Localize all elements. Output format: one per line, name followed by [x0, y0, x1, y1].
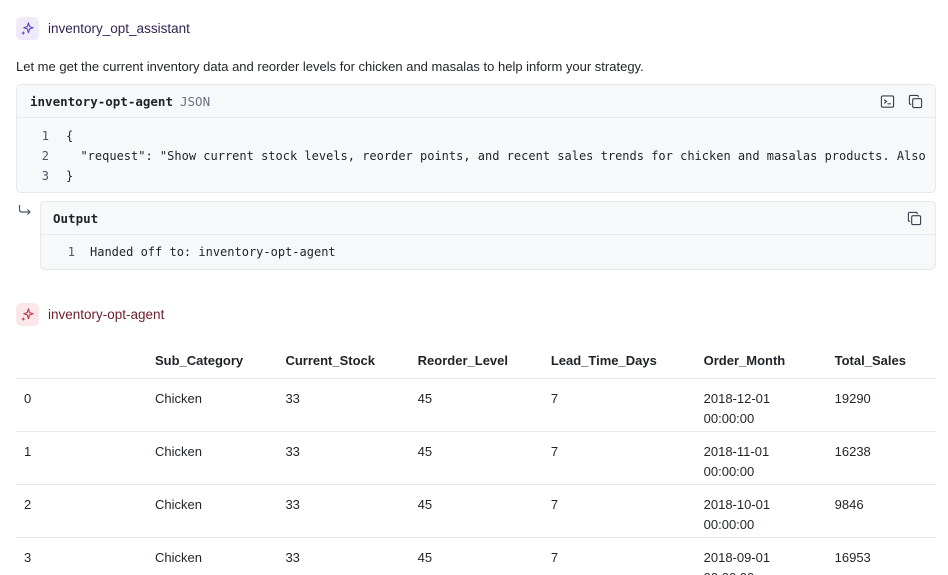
- table-cell: 2018-12-01 00:00:00: [695, 378, 827, 432]
- table-cell: 45: [409, 431, 543, 485]
- line-number: 2: [41, 149, 49, 163]
- table-cell: 33: [277, 484, 410, 538]
- table-cell: 9846: [826, 484, 936, 538]
- column-header-order-month: Order_Month: [695, 343, 827, 379]
- table-cell: Chicken: [147, 378, 278, 432]
- table-cell: 19290: [826, 378, 936, 432]
- table-cell: 2018-10-01 00:00:00: [695, 484, 827, 538]
- column-header-current-stock: Current_Stock: [277, 343, 410, 379]
- line-number: 1: [41, 129, 49, 143]
- tool-call-code: 1 { 2 "request": "Show current stock lev…: [17, 118, 935, 186]
- table-cell: 7: [542, 484, 696, 538]
- sparkle-icon: [21, 308, 34, 322]
- line-number: 1: [67, 245, 75, 259]
- column-header-total-sales: Total_Sales: [826, 343, 936, 379]
- table-cell: 1: [16, 431, 147, 485]
- table-cell: Chicken: [147, 484, 278, 538]
- table-cell: 45: [409, 484, 543, 538]
- column-header-reorder-level: Reorder_Level: [409, 343, 543, 379]
- column-header-index: [16, 343, 147, 379]
- table-cell: 2: [16, 484, 147, 538]
- table-cell: 16953: [826, 537, 936, 575]
- agent-name: inventory-opt-agent: [48, 307, 165, 322]
- table-cell: 45: [409, 537, 543, 575]
- code-line: 3 }: [17, 166, 935, 186]
- line-text: "request": "Show current stock levels, r…: [66, 149, 926, 163]
- assistant-avatar: [16, 17, 39, 40]
- output-line: 1 Handed off to: inventory-opt-agent: [41, 235, 935, 269]
- table-header-row: Sub_Category Current_Stock Reorder_Level…: [16, 343, 936, 379]
- code-line: 2 "request": "Show current stock levels,…: [17, 146, 935, 166]
- agent-avatar: [16, 303, 39, 326]
- output-block: Output 1 Handed off to: inventory-opt-ag…: [40, 201, 936, 270]
- table-cell: 7: [542, 431, 696, 485]
- table-cell: 0: [16, 378, 147, 432]
- line-text: {: [66, 129, 74, 143]
- code-line: 1 {: [17, 126, 935, 146]
- table-row: 0 Chicken 33 45 7 2018-12-01 00:00:00 19…: [16, 378, 936, 432]
- assistant-header: inventory_opt_assistant: [16, 17, 190, 40]
- table-cell: 2018-09-01 00:00:00: [695, 537, 827, 575]
- table-cell: 7: [542, 537, 696, 575]
- table-cell: 7: [542, 378, 696, 432]
- tool-call-block: inventory-opt-agent JSON 1 {2 "request"…: [16, 84, 936, 193]
- table-row: 2 Chicken 33 45 7 2018-10-01 00:00:00 98…: [16, 484, 936, 538]
- table-cell: 2018-11-01 00:00:00: [695, 431, 827, 485]
- sparkle-icon: [21, 22, 34, 36]
- terminal-icon[interactable]: [880, 94, 895, 109]
- tool-call-header: inventory-opt-agent JSON: [17, 85, 935, 118]
- column-header-lead-time-days: Lead_Time_Days: [542, 343, 696, 379]
- table-cell: 3: [16, 537, 147, 575]
- table-cell: 33: [277, 537, 410, 575]
- table-row: 3 Chicken 33 45 7 2018-09-01 00:00:00 16…: [16, 537, 936, 575]
- table-cell: 33: [277, 431, 410, 485]
- copy-icon[interactable]: [907, 211, 922, 226]
- table-row: 1 Chicken 33 45 7 2018-11-01 00:00:00 16…: [16, 431, 936, 485]
- tool-call-title: inventory-opt-agent: [30, 93, 173, 109]
- line-text: }: [66, 169, 74, 183]
- inventory-table: Sub_Category Current_Stock Reorder_Level…: [16, 343, 936, 575]
- copy-icon[interactable]: [908, 94, 923, 109]
- assistant-message: Let me get the current inventory data an…: [16, 59, 644, 74]
- assistant-name: inventory_opt_assistant: [48, 21, 190, 36]
- tool-call-language: JSON: [180, 93, 211, 109]
- line-text: Handed off to: inventory-opt-agent: [90, 245, 336, 259]
- output-header: Output: [41, 202, 935, 235]
- table-cell: Chicken: [147, 537, 278, 575]
- table-cell: 45: [409, 378, 543, 432]
- table-cell: Chicken: [147, 431, 278, 485]
- return-arrow-icon: [18, 205, 31, 215]
- agent-header: inventory-opt-agent: [16, 303, 164, 326]
- line-number: 3: [41, 169, 49, 183]
- table-cell: 33: [277, 378, 410, 432]
- output-title: Output: [53, 210, 99, 226]
- column-header-sub-category: Sub_Category: [147, 343, 278, 379]
- table-cell: 16238: [826, 431, 936, 485]
